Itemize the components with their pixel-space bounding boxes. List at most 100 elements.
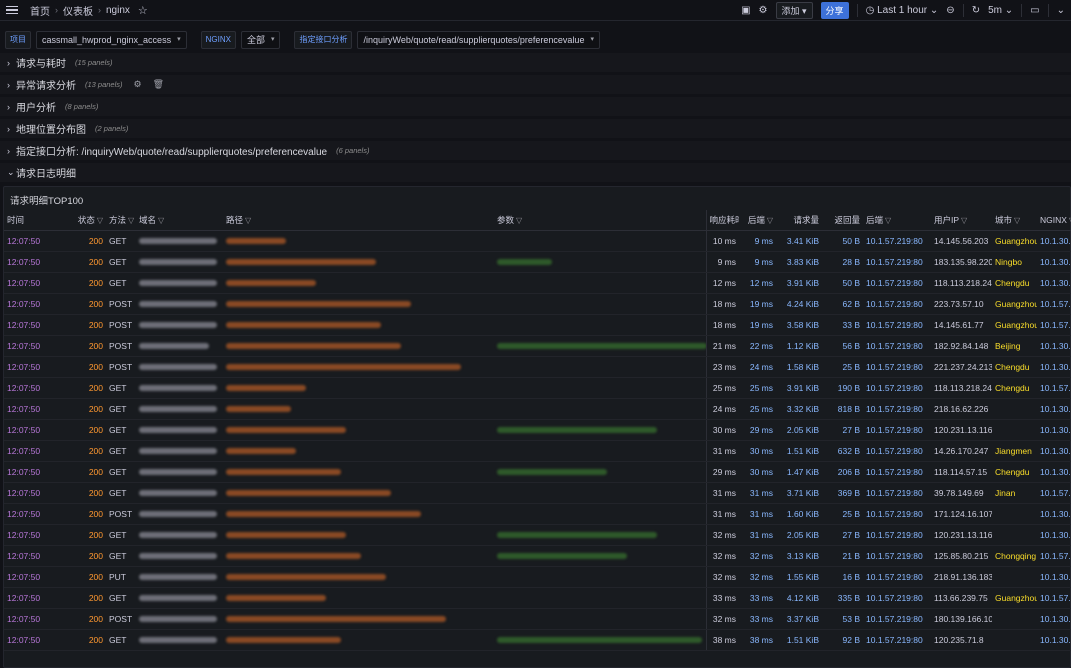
table-row[interactable]: 12:07:50 200 GET 38 ms 38 ms 1.51 KiB 92 B 10.1… <box>4 629 1071 651</box>
table-row[interactable]: 12:07:50 200 GET 12 ms 12 ms 3.91 KiB 50 B 10.1… <box>4 272 1071 294</box>
cell-backend: 10.1.57.219:80 <box>863 503 931 525</box>
cell-nginx: 10.1.30.199 <box>1037 629 1071 651</box>
cell-path <box>223 314 494 336</box>
cell-nginx: 10.1.30.199 <box>1037 503 1071 525</box>
column-header[interactable]: 时间 <box>4 210 69 231</box>
breadcrumb-home[interactable]: 首页 <box>30 3 50 18</box>
filter-icon[interactable]: ▽ <box>767 216 773 225</box>
share-button[interactable]: 分享 <box>820 2 849 19</box>
row-user-analysis[interactable]: › 用户分析 (8 panels) <box>0 97 1071 116</box>
cell-city <box>992 503 1037 525</box>
column-header[interactable]: NGINX▽ <box>1037 210 1071 231</box>
nginx-variable-select[interactable]: 全部 ▾ <box>240 31 281 49</box>
cell-response-size: 190 B <box>822 377 863 399</box>
trash-icon[interactable]: 🗑 <box>153 79 164 90</box>
column-header[interactable]: 请求量 <box>776 210 822 231</box>
row-api-analysis[interactable]: › 指定接口分析: /inquiryWeb/quote/read/supplie… <box>0 141 1071 160</box>
table-row[interactable]: 12:07:50 200 GET 33 ms 33 ms 4.12 KiB 335 B 10.… <box>4 587 1071 609</box>
project-variable-select[interactable]: cassmall_hwprod_nginx_access ▾ <box>36 31 187 49</box>
redacted-text <box>497 553 627 560</box>
table-row[interactable]: 12:07:50 200 GET 31 ms 31 ms 3.71 KiB 369 B 10.… <box>4 482 1071 504</box>
cell-domain <box>136 608 223 630</box>
table-row[interactable]: 12:07:50 200 POST 31 ms 31 ms 1.60 KiB 25 B 10.… <box>4 503 1071 525</box>
column-header[interactable]: 返回量 <box>822 210 863 231</box>
cell-backend: 10.1.57.219:80 <box>863 629 931 651</box>
add-button[interactable]: 添加 ▾ <box>775 2 813 19</box>
breadcrumb-dashboards[interactable]: 仪表板 <box>63 3 93 18</box>
refresh-interval-picker[interactable]: 5m ⌄ <box>988 5 1013 16</box>
row-geo-distribution[interactable]: › 地理位置分布图 (2 panels) <box>0 119 1071 138</box>
cell-backend: 10.1.57.219:80 <box>863 545 931 567</box>
column-header[interactable]: 后端 ▽ <box>739 210 776 231</box>
table-row[interactable]: 12:07:50 200 PUT 32 ms 32 ms 1.55 KiB 16 B 10.1… <box>4 566 1071 588</box>
filter-icon[interactable]: ▽ <box>516 216 522 225</box>
cell-response-size: 56 B <box>822 335 863 357</box>
filter-icon[interactable]: ▽ <box>158 216 164 225</box>
zoom-out-icon[interactable]: ⊖ <box>946 5 954 16</box>
column-header-label: 域名 <box>139 214 157 225</box>
filter-icon[interactable]: ▽ <box>885 216 891 225</box>
filter-icon[interactable]: ▽ <box>97 216 103 225</box>
redacted-text <box>226 385 306 392</box>
api-variable-select[interactable]: /inquiryWeb/quote/read/supplierquotes/pr… <box>357 31 600 49</box>
row-panel-count: (2 panels) <box>95 124 129 133</box>
cell-request-size: 1.60 KiB <box>776 503 822 525</box>
table-row[interactable]: 12:07:50 200 POST 18 ms 19 ms 3.58 KiB 33 B 10.… <box>4 314 1071 336</box>
table-row[interactable]: 12:07:50 200 GET 25 ms 25 ms 3.91 KiB 190 B 10.… <box>4 377 1071 399</box>
cell-user-ip: 39.78.149.69 <box>931 482 992 504</box>
save-icon[interactable]: ▣ <box>741 5 750 16</box>
filter-icon[interactable]: ▽ <box>1014 216 1020 225</box>
cell-city: Guangzhou <box>992 293 1037 315</box>
column-header[interactable]: 方法 ▽ <box>106 210 136 231</box>
star-icon[interactable]: ☆ <box>138 4 148 17</box>
table-row[interactable]: 12:07:50 200 GET 9 ms 9 ms 3.83 KiB 28 B 10.1.5… <box>4 251 1071 273</box>
cell-nginx: 10.1.57.184 <box>1037 314 1071 336</box>
column-header[interactable]: 后端 ▽ <box>863 210 931 231</box>
cell-backend: 10.1.57.219:80 <box>863 587 931 609</box>
cell-backend-time: 19 ms <box>739 293 776 315</box>
column-header[interactable]: 路径 ▽ <box>223 210 494 231</box>
column-header[interactable]: 用户IP ▽ <box>931 210 992 231</box>
cell-method: GET <box>106 587 136 609</box>
cell-domain <box>136 440 223 462</box>
menu-icon[interactable] <box>6 5 18 15</box>
column-header[interactable]: 域名 ▽ <box>136 210 223 231</box>
column-header[interactable]: 状态 ▽ <box>69 210 106 231</box>
column-header[interactable]: 响应耗时 <box>706 210 739 231</box>
redacted-text <box>139 532 217 539</box>
filter-icon[interactable]: ▽ <box>128 216 134 225</box>
table-row[interactable]: 12:07:50 200 GET 29 ms 30 ms 1.47 KiB 206 B 10.… <box>4 461 1071 483</box>
column-header-label: 时间 <box>7 214 25 225</box>
cell-status: 200 <box>69 524 106 546</box>
cell-backend-time: 9 ms <box>739 230 776 252</box>
table-row[interactable]: 12:07:50 200 GET 30 ms 29 ms 2.05 KiB 27 B 10.1… <box>4 419 1071 441</box>
table-row[interactable]: 12:07:50 200 GET 31 ms 30 ms 1.51 KiB 632 B 10.… <box>4 440 1071 462</box>
table-row[interactable]: 12:07:50 200 GET 32 ms 31 ms 2.05 KiB 27 B 10.1… <box>4 524 1071 546</box>
table-row[interactable]: 12:07:50 200 POST 18 ms 19 ms 4.24 KiB 62 B 10.… <box>4 293 1071 315</box>
table-row[interactable]: 12:07:50 200 GET 24 ms 25 ms 3.32 KiB 818 B 10.… <box>4 398 1071 420</box>
settings-icon[interactable]: ⚙ <box>759 5 768 16</box>
refresh-icon[interactable]: ↻ <box>972 5 980 16</box>
filter-icon[interactable]: ▽ <box>245 216 251 225</box>
row-request-log[interactable]: ⌄ 请求日志明细 <box>0 163 1071 182</box>
cell-backend-time: 30 ms <box>739 440 776 462</box>
table-row[interactable]: 12:07:50 200 GET 10 ms 9 ms 3.41 KiB 50 B 10.1.… <box>4 230 1071 252</box>
table-row[interactable]: 12:07:50 200 POST 21 ms 22 ms 1.12 KiB 56 B 10.… <box>4 335 1071 357</box>
row-error-analysis[interactable]: › 异常请求分析 (13 panels) ⚙ 🗑 <box>0 75 1071 94</box>
column-header[interactable]: 城市 ▽ <box>992 210 1037 231</box>
table-row[interactable]: 12:07:50 200 POST 23 ms 24 ms 1.58 KiB 25 B 10.… <box>4 356 1071 378</box>
collapse-icon[interactable]: ⌄ <box>1057 5 1065 16</box>
settings-icon[interactable]: ⚙ <box>134 79 142 90</box>
tv-icon[interactable]: ▭ <box>1030 5 1039 16</box>
redacted-text <box>226 238 286 245</box>
cell-path <box>223 419 494 441</box>
column-header[interactable]: 参数 ▽ <box>494 210 707 231</box>
table-row[interactable]: 12:07:50 200 POST 32 ms 33 ms 3.37 KiB 53 B 10.… <box>4 608 1071 630</box>
cell-path <box>223 440 494 462</box>
table-row[interactable]: 12:07:50 200 GET 32 ms 32 ms 3.13 KiB 21 B 10.1… <box>4 545 1071 567</box>
row-requests-latency[interactable]: › 请求与耗时 (15 panels) <box>0 53 1071 72</box>
cell-response-size: 25 B <box>822 356 863 378</box>
cell-response-time: 31 ms <box>706 482 739 504</box>
time-picker[interactable]: ◷ Last 1 hour ⌄ <box>866 5 939 16</box>
filter-icon[interactable]: ▽ <box>961 216 967 225</box>
